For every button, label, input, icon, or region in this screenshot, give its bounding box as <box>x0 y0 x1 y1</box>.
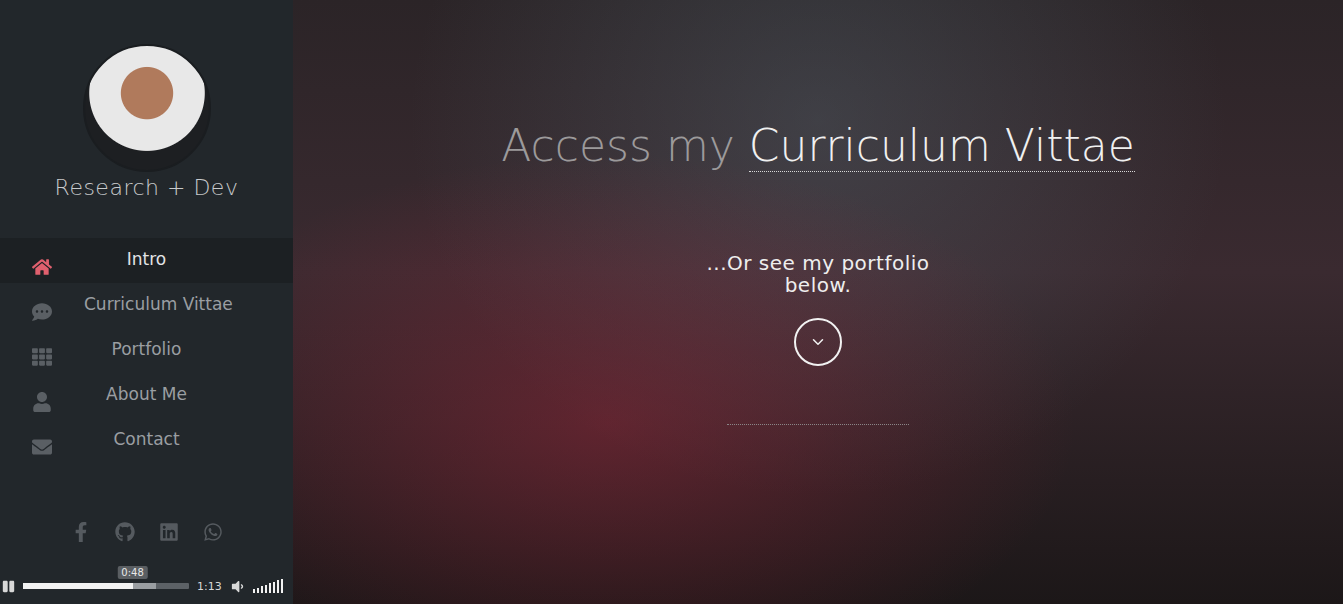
hero: Access my Curriculum Vittae ...Or see my … <box>293 0 1343 604</box>
pause-button[interactable] <box>2 580 15 593</box>
social-links <box>0 522 293 568</box>
avatar <box>83 44 211 172</box>
sidebar-item[interactable]: Contact <box>0 418 293 463</box>
profile: Research + Dev <box>0 0 293 202</box>
progress-track[interactable]: 0:48 <box>23 583 189 589</box>
whatsapp-icon <box>203 522 223 542</box>
sidebar-item[interactable]: Intro <box>0 238 293 283</box>
social-link[interactable] <box>71 522 91 542</box>
time-tooltip: 0:48 <box>117 566 147 579</box>
volume-slider[interactable] <box>253 579 283 593</box>
chevron-down-icon <box>809 333 827 351</box>
volume-bar <box>253 589 255 593</box>
sidebar-item-label: About Me <box>84 384 209 408</box>
linkedin-icon <box>159 522 179 542</box>
nav-icon <box>32 257 52 277</box>
volume-icon <box>230 579 245 594</box>
tagline: Research + Dev <box>55 174 239 202</box>
nav-icon <box>0 245 84 277</box>
sidebar-item-label: Curriculum Vittae <box>84 294 233 318</box>
scroll-down-button[interactable] <box>794 318 842 366</box>
volume-bar <box>281 579 283 593</box>
nav-icon <box>0 335 84 367</box>
social-link[interactable] <box>159 522 179 542</box>
sidebar-nav: Intro Curriculum Vittae Portfolio About Me C… <box>0 238 293 463</box>
sidebar-item-label: Intro <box>84 249 209 273</box>
nav-icon <box>32 302 52 322</box>
volume-bar <box>261 586 263 593</box>
volume-button[interactable] <box>230 579 245 594</box>
divider <box>727 424 909 425</box>
sidebar-item-label: Contact <box>84 429 209 453</box>
nav-icon <box>0 380 84 412</box>
volume-bar <box>269 583 271 593</box>
social-link[interactable] <box>115 522 135 542</box>
github-icon <box>115 522 135 542</box>
hero-title: Access my Curriculum Vittae <box>501 118 1134 174</box>
audio-player: 0:48 1:13 <box>0 568 293 604</box>
sidebar: Research + Dev Intro Curriculum Vittae Port… <box>0 0 293 604</box>
page: Research + Dev Intro Curriculum Vittae Port… <box>0 0 1343 604</box>
sidebar-item-label: Portfolio <box>84 339 209 363</box>
volume-bar <box>277 580 279 593</box>
cv-link[interactable]: Curriculum Vittae <box>749 120 1135 172</box>
facebook-icon <box>71 522 91 542</box>
nav-icon <box>0 290 84 322</box>
hero-subtitle: ...Or see my portfolio below. <box>693 252 943 296</box>
sidebar-item[interactable]: Curriculum Vittae <box>0 283 293 328</box>
nav-icon <box>0 425 84 457</box>
progress-fill <box>23 583 133 589</box>
volume-bar <box>257 588 259 593</box>
volume-bar <box>265 585 267 593</box>
volume-bar <box>273 582 275 593</box>
nav-icon <box>32 347 52 367</box>
duration: 1:13 <box>197 580 222 593</box>
nav-icon <box>32 392 52 412</box>
social-link[interactable] <box>203 522 223 542</box>
nav-icon <box>32 437 52 457</box>
sidebar-item[interactable]: About Me <box>0 373 293 418</box>
sidebar-item[interactable]: Portfolio <box>0 328 293 373</box>
pause-icon <box>2 580 15 593</box>
